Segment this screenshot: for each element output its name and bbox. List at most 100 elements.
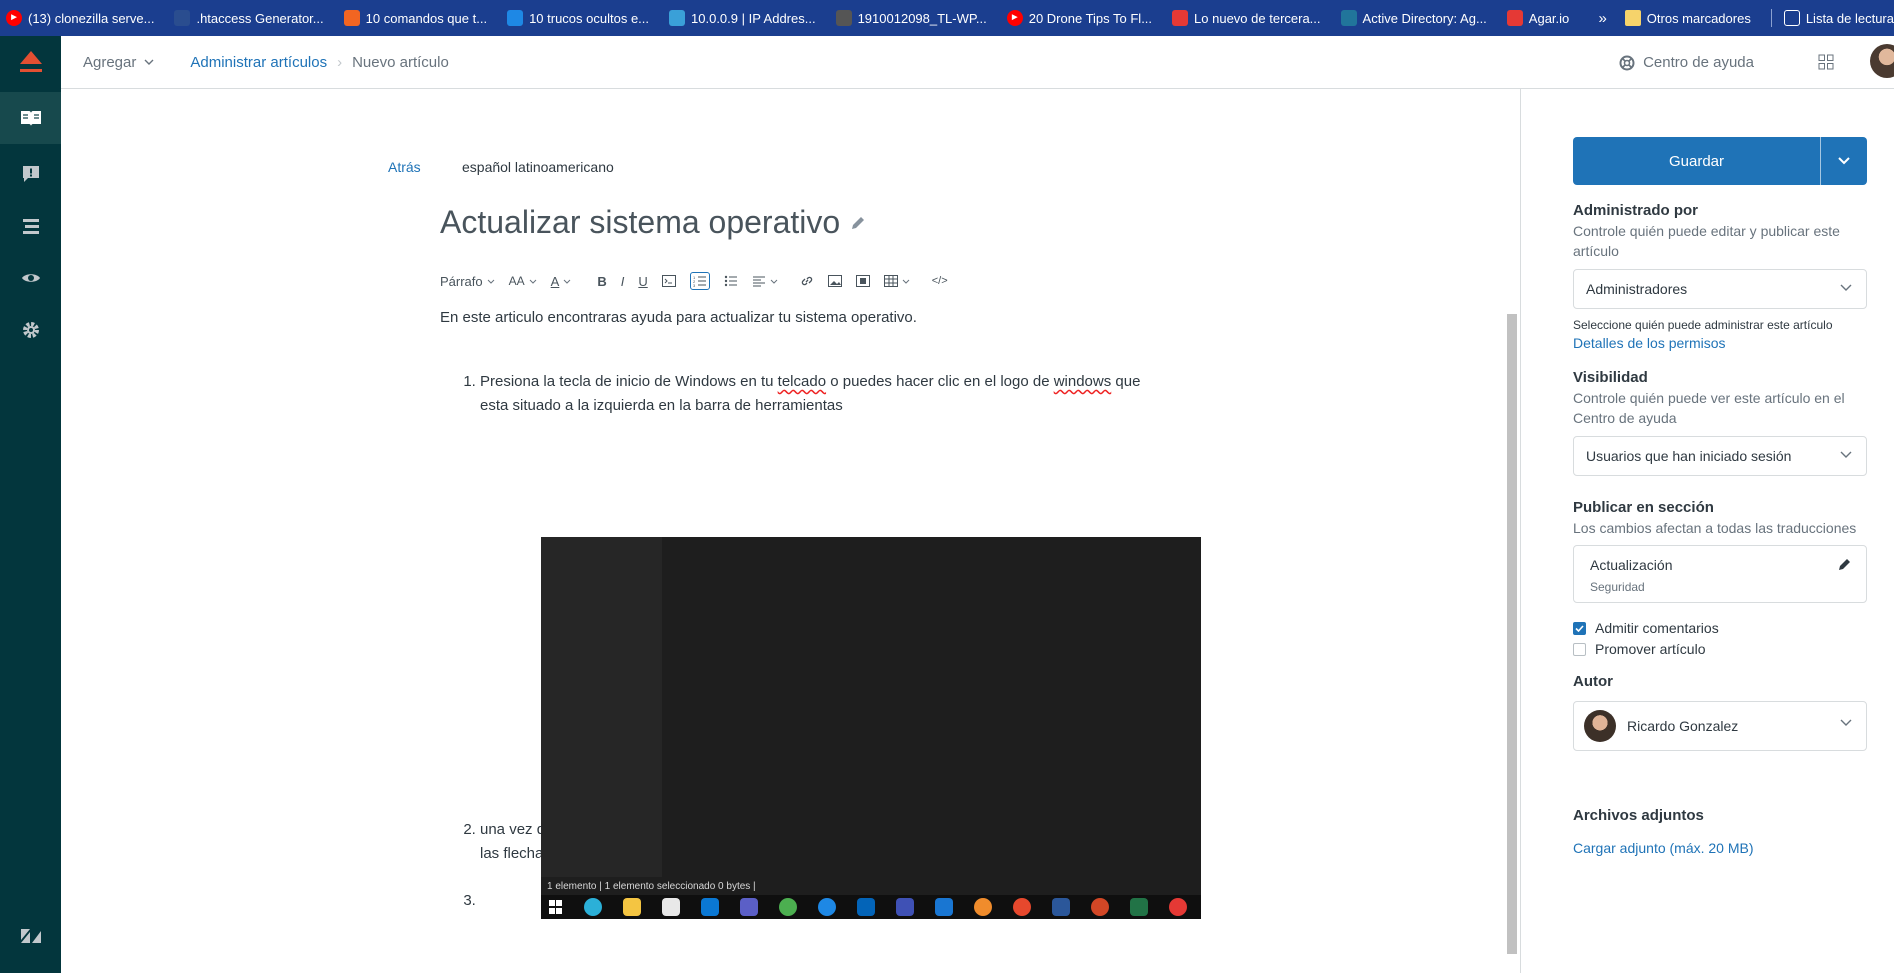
zendesk-logo-icon — [0, 910, 61, 962]
italic-button[interactable]: I — [621, 274, 625, 289]
bookmark-item[interactable]: 10 comandos que t... — [343, 10, 487, 26]
eye-icon — [21, 274, 40, 282]
lifebuoy-icon — [1619, 55, 1635, 70]
aliexpress-icon — [1172, 10, 1189, 26]
edge-icon — [584, 898, 602, 916]
apps-grid-icon[interactable] — [1818, 54, 1834, 75]
author-name: Ricardo Gonzalez — [1627, 718, 1739, 734]
bookmark-item[interactable]: ▶ 20 Drone Tips To Fl... — [1006, 10, 1153, 26]
allow-comments-checkbox[interactable]: Admitir comentarios — [1573, 620, 1719, 636]
reading-list-button[interactable]: Lista de lectura — [1783, 10, 1894, 26]
align-left-icon — [752, 276, 765, 287]
ordered-list-icon[interactable]: 123 — [689, 272, 710, 290]
bullet-list-icon[interactable] — [724, 274, 738, 288]
attachments-title: Archivos adjuntos — [1573, 807, 1704, 824]
chevron-down-icon — [487, 279, 494, 284]
globe-icon — [835, 10, 852, 26]
back-link[interactable]: Atrás — [388, 159, 421, 175]
visibility-select[interactable]: Usuarios que han iniciado sesión — [1573, 436, 1867, 476]
managed-by-select[interactable]: Administradores — [1573, 269, 1867, 309]
editor-scrollbar[interactable] — [1504, 304, 1518, 973]
promote-article-checkbox[interactable]: Promover artículo — [1573, 641, 1705, 657]
sidebar-item-settings[interactable] — [0, 304, 61, 356]
excel-icon — [1130, 898, 1148, 916]
bookmark-item[interactable]: Lo nuevo de tercera... — [1172, 10, 1321, 26]
underline-button[interactable]: U — [638, 274, 647, 289]
scrollbar-thumb[interactable] — [1507, 314, 1517, 954]
book-icon — [20, 111, 41, 126]
font-size-dropdown[interactable]: AA — [509, 274, 537, 288]
bookmark-item[interactable]: Active Directory: Ag... — [1340, 10, 1487, 26]
managed-by-description: Controle quién puede editar y publicar e… — [1573, 223, 1840, 259]
add-menu-button[interactable]: Agregar — [83, 54, 154, 71]
checkbox-checked-icon — [1573, 621, 1586, 635]
sidebar-item-moderation[interactable] — [0, 148, 61, 200]
bold-button[interactable]: B — [597, 274, 606, 289]
chevron-down-icon — [902, 279, 910, 284]
word-icon — [1052, 898, 1070, 916]
section-name: Actualización — [1590, 557, 1673, 573]
help-center-link[interactable]: Centro de ayuda — [1619, 36, 1754, 89]
bookmark-label: 1910012098_TL-WP... — [857, 10, 987, 26]
more-bookmarks-button[interactable]: » — [1598, 10, 1606, 27]
other-bookmarks-folder[interactable]: Otros marcadores — [1624, 10, 1751, 26]
defender-icon — [935, 898, 953, 916]
language-label: español latinoamericano — [462, 159, 614, 175]
bookmark-item[interactable]: .htaccess Generator... — [174, 10, 324, 26]
article-title[interactable]: Actualizar sistema operativo — [440, 204, 866, 241]
table-dropdown[interactable] — [883, 275, 910, 287]
permissions-details-link[interactable]: Detalles de los permisos — [1573, 335, 1726, 351]
save-options-button[interactable] — [1821, 157, 1867, 165]
upload-attachment-link[interactable]: Cargar adjunto (máx. 20 MB) — [1573, 840, 1754, 856]
link-icon[interactable] — [800, 274, 814, 288]
top-bar: Agregar Administrar artículos › Nuevo ar… — [61, 36, 1894, 89]
pencil-icon[interactable] — [1838, 557, 1852, 571]
embedded-screenshot-image[interactable]: 1 elemento | 1 elemento seleccionado 0 b… — [541, 537, 1201, 919]
article-editor: Atrás español latinoamericano Actualizar… — [61, 89, 1521, 973]
htaccess-tools-icon — [174, 10, 191, 26]
text-color-dropdown[interactable]: A — [551, 274, 572, 289]
allow-comments-label: Admitir comentarios — [1595, 620, 1719, 636]
font-size-label: AA — [508, 274, 525, 288]
author-select[interactable]: Ricardo Gonzalez — [1573, 701, 1867, 751]
bookmark-item[interactable]: Agar.io — [1506, 10, 1570, 26]
sidebar-item-view[interactable] — [0, 252, 61, 304]
visibility-value: Usuarios que han iniciado sesión — [1586, 448, 1792, 464]
save-button[interactable]: Guardar — [1573, 153, 1820, 170]
list-layers-icon — [22, 219, 39, 234]
author-title: Autor — [1573, 673, 1613, 690]
code-block-icon[interactable] — [661, 275, 676, 287]
bookmark-item[interactable]: ▶ (13) clonezilla serve... — [6, 10, 154, 26]
source-code-button[interactable]: </> — [932, 275, 948, 287]
windows-taskbar — [541, 895, 1201, 919]
video-icon[interactable] — [855, 275, 870, 287]
step-1-misspelled-word: telcado — [777, 373, 827, 390]
tips-icon — [507, 10, 524, 26]
paragraph-format-dropdown[interactable]: Párrafo — [440, 274, 495, 289]
guide-logo-icon[interactable] — [0, 36, 61, 88]
outlook-icon — [857, 898, 875, 916]
bookmark-item[interactable]: 10.0.0.9 | IP Addres... — [669, 10, 816, 26]
text-color-label: A — [550, 273, 560, 289]
user-avatar[interactable] — [1870, 44, 1894, 78]
sidebar-item-arrange[interactable] — [0, 200, 61, 252]
powerpoint-icon — [1091, 898, 1109, 916]
chevron-down-icon — [1840, 719, 1852, 726]
teams-icon — [740, 898, 758, 916]
bookmark-label: (13) clonezilla serve... — [28, 10, 155, 26]
align-dropdown[interactable] — [752, 275, 778, 287]
bookmark-item[interactable]: 10 trucos ocultos e... — [507, 10, 649, 26]
bookmark-label: Agar.io — [1528, 10, 1570, 26]
chevron-down-icon — [1840, 451, 1852, 458]
bookmark-item[interactable]: 1910012098_TL-WP... — [835, 10, 987, 26]
chevron-down-icon — [144, 59, 154, 65]
alert-bubble-icon — [22, 166, 39, 182]
bookmark-label: 20 Drone Tips To Fl... — [1028, 10, 1153, 26]
section-selector[interactable]: Actualización Seguridad — [1573, 545, 1867, 603]
pencil-icon[interactable] — [850, 215, 866, 231]
app-icon — [974, 898, 992, 916]
sidebar-item-articles[interactable] — [0, 92, 61, 144]
chrome-icon — [779, 898, 797, 916]
breadcrumb-manage-articles[interactable]: Administrar artículos — [190, 54, 327, 71]
image-icon[interactable] — [827, 275, 842, 287]
